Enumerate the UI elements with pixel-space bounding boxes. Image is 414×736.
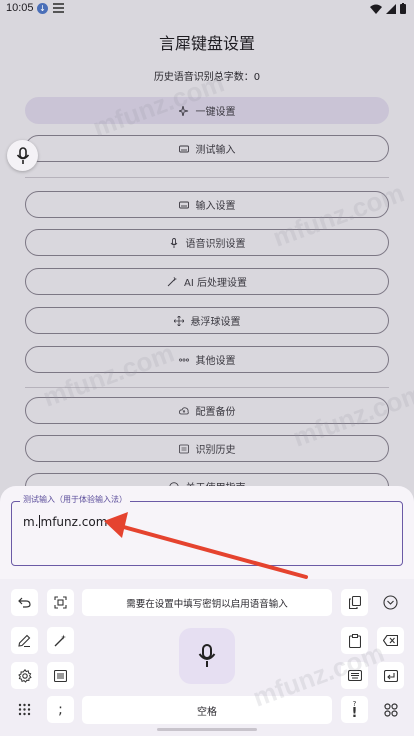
recognition-history-button[interactable]: 识别历史: [25, 435, 389, 462]
punctuation-label: !: [351, 705, 358, 721]
status-bar: 10:05 ↓: [0, 0, 414, 18]
button-label: 一键设置: [195, 107, 236, 118]
grid-icon: [383, 702, 398, 717]
gesture-handle: [157, 728, 257, 731]
backspace-key[interactable]: [377, 627, 404, 654]
document-icon: [54, 669, 67, 682]
button-label: 测试输入: [195, 145, 236, 156]
floating-ball-settings-button[interactable]: 悬浮球设置: [25, 307, 389, 334]
punctuation-key[interactable]: ? !: [341, 696, 368, 723]
undo-icon: [18, 597, 31, 608]
settings-key[interactable]: [11, 662, 38, 689]
move-icon: [173, 315, 184, 326]
signal-icon: [386, 3, 396, 14]
button-label: 输入设置: [195, 201, 236, 212]
comma-key[interactable]: ;: [47, 696, 74, 723]
status-time: 10:05: [6, 2, 34, 14]
history-word-count: 历史语音识别总字数：0: [153, 72, 261, 83]
input-settings-button[interactable]: 输入设置: [25, 191, 389, 218]
wifi-icon: [370, 4, 382, 14]
edit-key[interactable]: [11, 627, 38, 654]
button-label: 悬浮球设置: [190, 317, 241, 328]
copy-key[interactable]: [341, 589, 368, 616]
test-input-field[interactable]: 测试输入（用于体验输入法） m. mfunz.com: [11, 494, 403, 566]
floating-mic-ball[interactable]: [7, 140, 38, 171]
battery-icon: [400, 3, 406, 14]
test-input-button[interactable]: 测试输入: [25, 135, 389, 162]
button-label: 识别历史: [195, 445, 236, 456]
button-label: AI 后处理设置: [184, 278, 247, 289]
download-icon: ↓: [37, 3, 48, 14]
test-input-value: m. mfunz.com: [23, 515, 107, 529]
collapse-keyboard-key[interactable]: [377, 589, 404, 616]
speech-recognition-settings-button[interactable]: 语音识别设置: [25, 229, 389, 256]
text-panel-key[interactable]: [47, 662, 74, 689]
gear-icon: [17, 668, 32, 683]
magic-wand-icon: [54, 634, 66, 647]
numpad-key[interactable]: [11, 696, 38, 723]
ai-polish-key[interactable]: [47, 627, 74, 654]
other-settings-button[interactable]: 其他设置: [25, 346, 389, 373]
one-click-setup-button[interactable]: 一键设置: [25, 97, 389, 124]
keyboard-icon: [347, 670, 362, 681]
enter-icon: [383, 669, 398, 682]
value-after-cursor: mfunz.com: [40, 515, 108, 529]
magic-wand-icon: [167, 276, 178, 286]
backspace-icon: [383, 635, 398, 646]
mic-icon: [170, 237, 177, 248]
button-label: 配置备份: [195, 407, 236, 418]
pencil-icon: [18, 634, 31, 647]
switch-keyboard-key[interactable]: [341, 662, 368, 689]
dialpad-icon: [18, 703, 31, 715]
settings-page: 言犀键盘设置 历史语音识别总字数：0 一键设置 测试输入 输入设置 语音识别设置…: [0, 18, 414, 500]
notification-stack-icon: [53, 3, 64, 13]
paste-key[interactable]: [341, 627, 368, 654]
section-divider: [25, 177, 389, 178]
select-all-icon: [54, 596, 67, 609]
button-label: 其他设置: [195, 356, 236, 367]
test-input-label: 测试输入（用于体验输入法）: [20, 494, 130, 505]
more-icon: [178, 358, 189, 361]
config-backup-button[interactable]: 配置备份: [25, 397, 389, 424]
mic-icon: [198, 644, 216, 667]
text-cursor: [38, 515, 40, 528]
mic-icon: [16, 146, 29, 164]
keyboard-icon: [178, 201, 189, 208]
ai-postprocess-settings-button[interactable]: AI 后处理设置: [25, 268, 389, 295]
enter-key[interactable]: [377, 662, 404, 689]
voice-input-button[interactable]: [179, 628, 235, 684]
cloud-upload-icon: [178, 406, 189, 414]
test-input-sheet: 测试输入（用于体验输入法） m. mfunz.com 需要在设置中填写密钥以启用语…: [0, 486, 414, 736]
copy-icon: [348, 596, 361, 609]
page-title: 言犀键盘设置: [158, 34, 255, 53]
space-key[interactable]: 空格: [82, 696, 332, 724]
section-divider: [25, 387, 389, 388]
status-icons: [370, 3, 406, 14]
keyboard-icon: [178, 145, 189, 152]
value-before-cursor: m.: [23, 515, 39, 529]
api-key-notice[interactable]: 需要在设置中填写密钥以启用语音输入: [82, 589, 332, 616]
emoji-grid-key[interactable]: [377, 696, 404, 723]
select-all-key[interactable]: [47, 589, 74, 616]
sparkle-icon: [178, 105, 188, 116]
history-icon: [178, 444, 189, 453]
chevron-down-circle-icon: [383, 595, 398, 610]
undo-key[interactable]: [11, 589, 38, 616]
keyboard-panel: 需要在设置中填写密钥以启用语音输入 ; 空格 ? !: [0, 579, 414, 736]
clipboard-icon: [348, 633, 361, 648]
button-label: 语音识别设置: [185, 239, 246, 250]
